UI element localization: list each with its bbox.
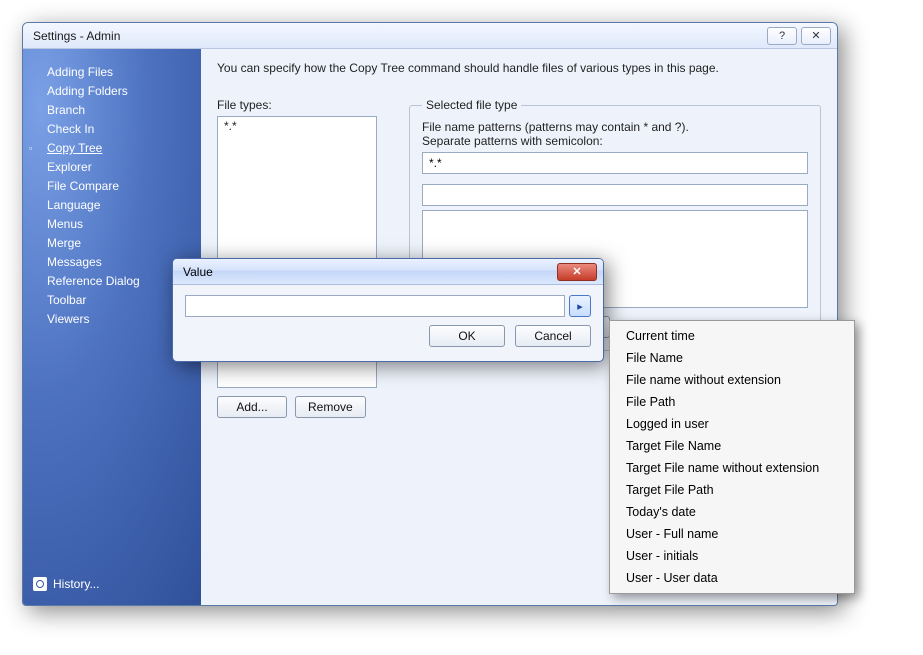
popup-item-file-name[interactable]: File Name [612, 347, 852, 369]
sidebar-item-menus[interactable]: Menus [43, 215, 201, 234]
history-link[interactable]: History... [33, 577, 99, 591]
popup-item-file-name-without-extension[interactable]: File name without extension [612, 369, 852, 391]
value-titlebar: Value ✕ [173, 259, 603, 285]
group-legend: Selected file type [422, 98, 521, 112]
popup-item-current-time[interactable]: Current time [612, 325, 852, 347]
value-input[interactable] [185, 295, 565, 317]
secondary-input[interactable] [422, 184, 808, 206]
history-icon [33, 577, 47, 591]
patterns-input[interactable] [422, 152, 808, 174]
popup-item-user-full-name[interactable]: User - Full name [612, 523, 852, 545]
close-button[interactable]: ✕ [801, 27, 831, 45]
add-button[interactable]: Add... [217, 396, 287, 418]
sidebar-item-merge[interactable]: Merge [43, 234, 201, 253]
sidebar-item-adding-folders[interactable]: Adding Folders [43, 82, 201, 101]
sidebar-item-explorer[interactable]: Explorer [43, 158, 201, 177]
chevron-right-icon: ▸ [577, 300, 583, 313]
popup-item-user-user-data[interactable]: User - User data [612, 567, 852, 589]
file-type-item[interactable]: *.* [222, 119, 372, 133]
close-icon: ✕ [572, 265, 581, 278]
value-ok-button[interactable]: OK [429, 325, 505, 347]
titlebar: Settings - Admin ? ✕ [23, 23, 837, 49]
sidebar-item-copy-tree[interactable]: Copy Tree [43, 139, 201, 158]
value-cancel-button[interactable]: Cancel [515, 325, 591, 347]
history-label: History... [53, 577, 99, 591]
value-title: Value [183, 265, 213, 279]
popup-item-target-file-path[interactable]: Target File Path [612, 479, 852, 501]
window-title: Settings - Admin [33, 29, 120, 43]
sidebar-item-check-in[interactable]: Check In [43, 120, 201, 139]
help-button[interactable]: ? [767, 27, 797, 45]
file-types-label: File types: [217, 98, 387, 112]
popup-item-file-path[interactable]: File Path [612, 391, 852, 413]
value-dropdown-button[interactable]: ▸ [569, 295, 591, 317]
sidebar-item-file-compare[interactable]: File Compare [43, 177, 201, 196]
sidebar-item-adding-files[interactable]: Adding Files [43, 63, 201, 82]
sidebar-item-branch[interactable]: Branch [43, 101, 201, 120]
variable-popup: Current timeFile NameFile name without e… [609, 320, 855, 594]
value-close-button[interactable]: ✕ [557, 263, 597, 281]
popup-item-today-s-date[interactable]: Today's date [612, 501, 852, 523]
remove-button[interactable]: Remove [295, 396, 366, 418]
sidebar-item-language[interactable]: Language [43, 196, 201, 215]
popup-item-logged-in-user[interactable]: Logged in user [612, 413, 852, 435]
value-dialog: Value ✕ ▸ OK Cancel [172, 258, 604, 362]
popup-item-user-initials[interactable]: User - initials [612, 545, 852, 567]
popup-item-target-file-name-without-extension[interactable]: Target File name without extension [612, 457, 852, 479]
popup-item-target-file-name[interactable]: Target File Name [612, 435, 852, 457]
page-description: You can specify how the Copy Tree comman… [217, 61, 821, 76]
patterns-label: File name patterns (patterns may contain… [422, 120, 808, 148]
